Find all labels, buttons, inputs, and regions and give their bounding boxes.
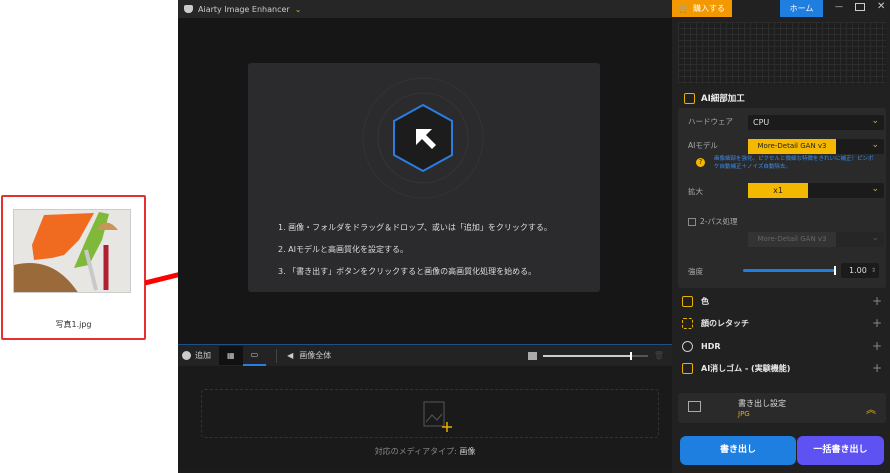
hardware-value: CPU xyxy=(753,118,770,127)
add-button[interactable]: 追加 xyxy=(178,350,219,361)
spinner-icon[interactable]: ⇕ xyxy=(871,263,876,278)
plus-icon[interactable]: + xyxy=(872,361,882,375)
step-1: 1. 画像・フォルダをドラッグ＆ドロップ、或いは「追加」をクリックする。 xyxy=(278,223,552,232)
back-arrow-icon[interactable]: ◀ xyxy=(287,351,293,360)
model-select[interactable]: More-Detail GAN v3 ⌄ xyxy=(748,139,884,154)
file-thumbnail xyxy=(13,209,131,293)
feature-label: 色 xyxy=(701,296,709,306)
settings-panel: 🛒 購入する ホーム — ✕ AI細部加工 ハードウェア CPU ⌄ AIモデル M… xyxy=(672,0,890,473)
thumbnail-size-slider[interactable] xyxy=(542,351,648,360)
grid-view-button[interactable]: ▦ xyxy=(219,346,243,365)
scale-value: x1 xyxy=(748,183,808,198)
home-button[interactable]: ホーム xyxy=(780,0,823,17)
chevron-down-icon[interactable]: ⌄ xyxy=(295,5,302,14)
feature-label: AI消しゴム - (実験機能) xyxy=(701,363,791,373)
color-icon xyxy=(682,295,693,307)
add-image-icon xyxy=(423,401,452,432)
model-value: More-Detail GAN v3 xyxy=(748,139,836,154)
plus-icon[interactable]: + xyxy=(872,339,882,353)
feature-hdr[interactable]: HDR + xyxy=(682,335,882,357)
export-button[interactable]: 書き出し xyxy=(680,436,796,465)
welcome-card: 1. 画像・フォルダをドラッグ＆ドロップ、或いは「追加」をクリックする。 2. … xyxy=(248,63,600,292)
chevron-up-icon[interactable]: ︽ xyxy=(866,401,876,416)
ai-settings-box: ハードウェア CPU ⌄ AIモデル More-Detail GAN v3 ⌄ ? … xyxy=(678,108,886,288)
model-label: AIモデル xyxy=(688,141,718,150)
export-settings-label: 書き出し設定 xyxy=(738,399,786,408)
media-type-label: 対応のメディアタイプ: xyxy=(374,447,457,456)
scale-label: 拡大 xyxy=(688,187,703,196)
app-logo-icon xyxy=(184,5,193,13)
media-tray: 対応のメディアタイプ: 画像 xyxy=(178,366,672,467)
feature-label: 顔のレタッチ xyxy=(701,318,749,328)
strength-value: 1.00 xyxy=(849,266,867,275)
cart-icon: 🛒 xyxy=(679,4,689,13)
detail-enhance-icon xyxy=(684,92,695,104)
bottom-toolbar: 追加 ▦ ▭ ◀ 画像全体 🗑 xyxy=(178,344,672,366)
filmstrip-view-button[interactable]: ▭ xyxy=(242,345,267,366)
two-pass-model-value: More-Detail GAN v3 xyxy=(748,232,836,247)
histogram-grid xyxy=(678,22,886,84)
model-help-text: 画像細部を強化。ピクセルと微細な特徴をきれいに補正！ピンボケ自動補正＋ノイズ自動… xyxy=(714,156,874,170)
trash-icon[interactable]: 🗑 xyxy=(654,351,664,360)
buy-button[interactable]: 🛒 購入する xyxy=(672,0,732,17)
help-icon[interactable]: ? xyxy=(696,158,705,167)
buy-label: 購入する xyxy=(692,4,725,13)
chevron-down-icon: ⌄ xyxy=(871,233,879,243)
drop-zone[interactable] xyxy=(201,389,659,438)
whole-image-label: 画像全体 xyxy=(299,351,332,360)
section-title: AI細部加工 xyxy=(701,94,745,104)
hardware-select[interactable]: CPU ⌄ xyxy=(748,115,884,130)
strength-slider[interactable] xyxy=(743,266,836,275)
feature-color[interactable]: 色 + xyxy=(682,290,882,312)
minimize-icon[interactable]: — xyxy=(835,2,843,11)
feature-face-retouch[interactable]: 顔のレタッチ + xyxy=(682,312,882,334)
two-pass-checkbox[interactable] xyxy=(688,217,696,226)
app-title: Aiarty Image Enhancer xyxy=(198,4,290,14)
plus-circle-icon xyxy=(182,351,191,360)
app-window: Aiarty Image Enhancer ⌄ 1. 画像・フォルダをドラッグ＆… xyxy=(178,0,890,473)
export-format: JPG xyxy=(738,410,750,418)
preview-area: 1. 画像・フォルダをドラッグ＆ドロップ、或いは「追加」をクリックする。 2. … xyxy=(178,18,672,344)
chevron-down-icon: ⌄ xyxy=(871,140,879,150)
file-name: 写真1.jpg xyxy=(55,320,92,329)
image-size-icon xyxy=(527,351,537,360)
strength-input[interactable]: 1.00 ⇕ xyxy=(841,263,879,278)
file-card[interactable]: 写真1.jpg xyxy=(1,195,146,340)
two-pass-label: 2-パス処理 xyxy=(700,217,738,226)
two-pass-model-select[interactable]: More-Detail GAN v3 ⌄ xyxy=(748,232,884,247)
chevron-down-icon: ⌄ xyxy=(871,184,879,194)
hardware-label: ハードウェア xyxy=(688,117,733,126)
maximize-icon[interactable] xyxy=(855,3,865,11)
export-settings[interactable]: 書き出し設定 JPG ︽ xyxy=(678,393,886,423)
strength-label: 強度 xyxy=(688,267,703,276)
eraser-icon xyxy=(682,362,693,374)
add-label: 追加 xyxy=(195,351,211,360)
export-settings-icon xyxy=(688,401,701,412)
media-type-info: 対応のメディアタイプ: 画像 xyxy=(178,446,672,457)
scale-select[interactable]: x1 ⌄ xyxy=(748,183,884,198)
instruction-steps: 1. 画像・フォルダをドラッグ＆ドロップ、或いは「追加」をクリックする。 2. … xyxy=(278,221,598,287)
feature-ai-eraser[interactable]: AI消しゴム - (実験機能) + xyxy=(682,357,882,379)
hdr-icon xyxy=(682,340,693,352)
divider xyxy=(276,348,278,363)
plus-icon[interactable]: + xyxy=(872,294,882,308)
close-icon[interactable]: ✕ xyxy=(877,1,885,12)
batch-export-button[interactable]: 一括書き出し xyxy=(797,436,884,465)
face-icon xyxy=(682,317,693,329)
title-bar: Aiarty Image Enhancer ⌄ xyxy=(178,0,672,18)
step-2: 2. AIモデルと高画質化を設定する。 xyxy=(278,245,409,254)
section-header: AI細部加工 xyxy=(684,92,745,104)
upload-logo-icon xyxy=(362,77,484,199)
feature-label: HDR xyxy=(701,341,721,351)
step-3: 3. 「書き出す」ボタンをクリックすると画像の高画質化処理を始める。 xyxy=(278,267,537,276)
plus-icon[interactable]: + xyxy=(872,316,882,330)
media-type-value: 画像 xyxy=(459,447,476,456)
chevron-down-icon: ⌄ xyxy=(871,116,879,126)
